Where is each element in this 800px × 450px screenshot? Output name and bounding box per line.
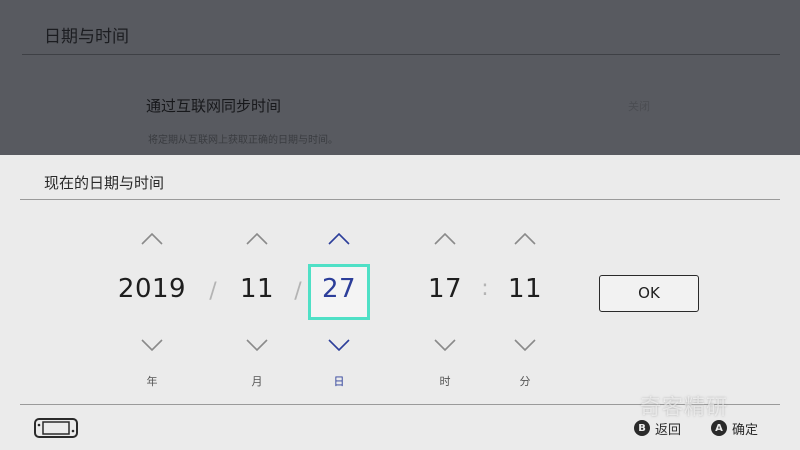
back-hint[interactable]: B 返回 xyxy=(634,419,682,438)
datetime-dialog: 现在的日期与时间 2019 年 / 11 月 / 27 日 17 时: 11 … xyxy=(0,155,800,450)
chevron-up-icon[interactable] xyxy=(434,233,456,245)
switch-console-icon xyxy=(34,418,78,438)
internet-sync-label: 通过互联网同步时间 xyxy=(146,97,282,115)
chevron-down-icon[interactable] xyxy=(328,339,350,351)
watermark-text: 奇客精研 xyxy=(640,395,728,419)
chevron-down-icon[interactable] xyxy=(141,339,163,351)
dialog-divider-top xyxy=(20,199,780,200)
page-title: 日期与时间 xyxy=(44,27,129,47)
chevron-up-icon[interactable] xyxy=(514,233,536,245)
confirm-hint[interactable]: A 确定 xyxy=(711,419,759,438)
chevron-up-icon[interactable] xyxy=(328,233,350,245)
hour-unit-label: 时 xyxy=(439,375,451,388)
title-divider xyxy=(22,54,780,55)
minute-spinner[interactable]: 11 分 xyxy=(480,227,570,392)
internet-sync-description: 将定期从互联网上获取正确的日期与时间。 xyxy=(148,135,338,146)
minute-unit-label: 分 xyxy=(519,375,531,388)
day-unit-label: 日 xyxy=(333,375,345,388)
minute-value: 11 xyxy=(507,274,543,304)
year-spinner[interactable]: 2019 年 xyxy=(107,227,197,392)
chevron-down-icon[interactable] xyxy=(246,339,268,351)
chevron-down-icon[interactable] xyxy=(434,339,456,351)
month-unit-label: 月 xyxy=(251,375,263,388)
year-value: 2019 xyxy=(117,274,187,304)
chevron-down-icon[interactable] xyxy=(514,339,536,351)
month-spinner[interactable]: 11 月 xyxy=(212,227,302,392)
a-button-icon: A xyxy=(711,420,727,436)
chevron-up-icon[interactable] xyxy=(246,233,268,245)
hour-spinner[interactable]: 17 时 xyxy=(400,227,490,392)
dialog-title: 现在的日期与时间 xyxy=(44,174,165,192)
internet-sync-value: 关闭 xyxy=(628,100,650,113)
confirm-label: 确定 xyxy=(732,422,759,438)
back-label: 返回 xyxy=(655,422,682,438)
settings-page-backdrop: 日期与时间 通过互联网同步时间 关闭 将定期从互联网上获取正确的日期与时间。 xyxy=(0,0,800,155)
year-unit-label: 年 xyxy=(146,375,158,388)
chevron-up-icon[interactable] xyxy=(141,233,163,245)
ok-button[interactable]: OK xyxy=(599,275,699,312)
day-spinner[interactable]: 27 日 xyxy=(294,227,384,392)
day-value: 27 xyxy=(321,274,357,304)
b-button-icon: B xyxy=(634,420,650,436)
